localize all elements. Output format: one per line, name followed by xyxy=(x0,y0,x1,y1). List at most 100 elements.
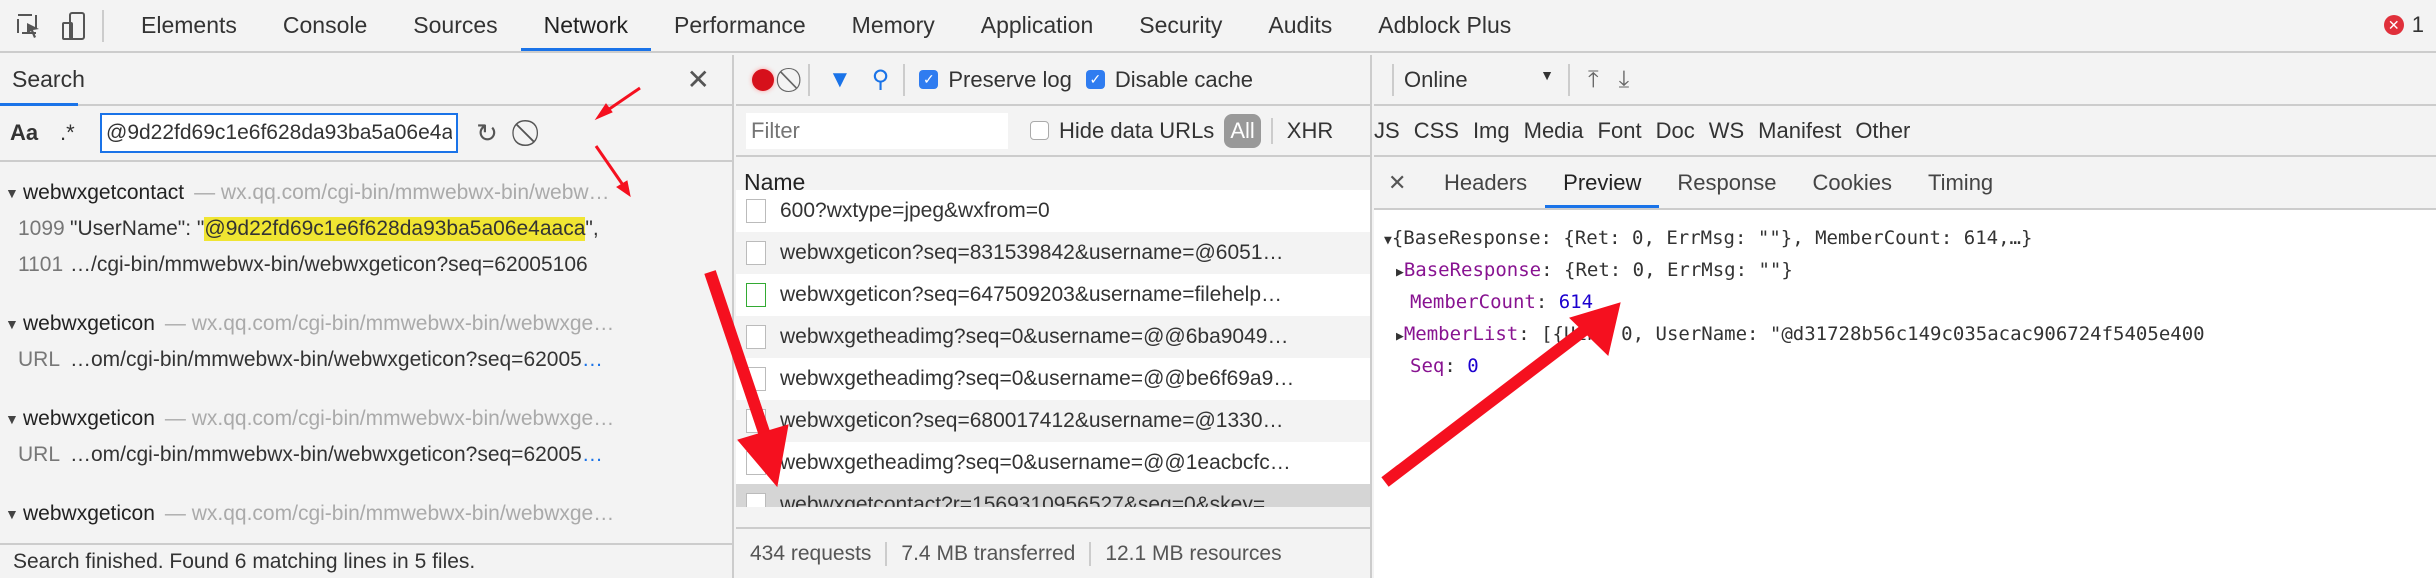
request-list: 600?wxtype=jpeg&wxfrom=0 webwxgeticon?se… xyxy=(736,190,1370,507)
tab-timing[interactable]: Timing xyxy=(1910,157,2011,208)
request-row[interactable]: webwxgeticon?seq=831539842&username=@605… xyxy=(736,232,1370,274)
tab-console[interactable]: Console xyxy=(260,0,390,51)
result-line[interactable]: URL …om/cgi-bin/mmwebwx-bin/webwxgeticon?… xyxy=(0,342,732,378)
triangle-down-icon: ▼ xyxy=(1384,233,1392,248)
divider xyxy=(1270,117,1273,144)
tab-security[interactable]: Security xyxy=(1116,0,1245,51)
type-filter-media[interactable]: Media xyxy=(1524,118,1584,144)
tab-preview[interactable]: Preview xyxy=(1545,157,1660,208)
search-status: Search finished. Found 6 matching lines … xyxy=(0,543,732,578)
result-line[interactable]: 1101 …/cgi-bin/mmwebwx-bin/webwxgeticon?s… xyxy=(0,247,732,283)
inspect-element-icon[interactable] xyxy=(14,11,44,41)
type-filter-ws[interactable]: WS xyxy=(1709,118,1744,144)
divider xyxy=(903,63,906,96)
search-icon[interactable]: ⚲ xyxy=(872,65,890,94)
clear-icon[interactable]: ⃠ xyxy=(516,117,546,149)
device-toolbar-icon[interactable] xyxy=(58,11,88,41)
filter-input[interactable] xyxy=(746,112,1008,149)
triangle-right-icon: ▶ xyxy=(1396,329,1404,344)
result-line[interactable]: 1099 "UserName": " @9d22fd69c1e6f628da93ba… xyxy=(0,211,732,247)
json-node[interactable]: ▶MemberList: [{Uin: 0, UserName: "@d3172… xyxy=(1374,318,2436,350)
type-filter-other[interactable]: Other xyxy=(1855,118,1910,144)
tab-cookies[interactable]: Cookies xyxy=(1794,157,1909,208)
divider xyxy=(1568,63,1570,96)
type-filter-xhr[interactable]: XHR xyxy=(1287,118,1333,144)
import-har-icon[interactable]: ⤒ xyxy=(1588,66,1599,94)
triangle-down-icon[interactable]: ▼ xyxy=(5,506,23,522)
record-button[interactable] xyxy=(752,68,774,91)
image-file-icon xyxy=(746,451,766,475)
request-row[interactable]: webwxgetheadimg?seq=0&username=@@1eacbcf… xyxy=(736,442,1370,484)
close-icon[interactable]: ✕ xyxy=(687,63,710,96)
throttling-select[interactable]: Online ▼ xyxy=(1404,67,1554,93)
search-input[interactable] xyxy=(100,113,458,153)
document-file-icon xyxy=(746,493,766,507)
request-row[interactable]: webwxgeticon?seq=647509203&username=file… xyxy=(736,274,1370,316)
network-panel: ⃠ ▼ ⚲ ✓Preserve log ✓Disable cache Hide … xyxy=(736,55,1372,578)
tab-sources[interactable]: Sources xyxy=(390,0,520,51)
json-root[interactable]: ▼{BaseResponse: {Ret: 0, ErrMsg: ""}, Me… xyxy=(1374,222,2436,254)
tab-performance[interactable]: Performance xyxy=(651,0,829,51)
json-node[interactable]: ▶BaseResponse: {Ret: 0, ErrMsg: ""} xyxy=(1374,254,2436,286)
filter-icon[interactable]: ▼ xyxy=(828,66,852,94)
result-file[interactable]: ▼ webwxgeticon — wx.qq.com/cgi-bin/mmwebwx… xyxy=(0,400,732,437)
type-filter-font[interactable]: Font xyxy=(1598,118,1642,144)
triangle-down-icon[interactable]: ▼ xyxy=(5,316,23,332)
match-case-button[interactable]: Aa xyxy=(10,120,50,146)
network-toolbar-right: Online ▼ ⤒ ⤓ JS CSS Img Media Font Doc WS… xyxy=(1374,55,2436,157)
type-filter-manifest[interactable]: Manifest xyxy=(1758,118,1841,144)
tab-response[interactable]: Response xyxy=(1659,157,1794,208)
tab-network[interactable]: Network xyxy=(520,0,651,51)
tab-audits[interactable]: Audits xyxy=(1245,0,1355,51)
disable-cache-checkbox[interactable]: ✓ xyxy=(1085,70,1105,89)
hide-data-urls-checkbox[interactable] xyxy=(1030,121,1049,140)
filter-row: Hide data URLs All XHR xyxy=(736,106,1370,157)
request-detail-panel: ✕ Headers Preview Response Cookies Timin… xyxy=(1374,157,2436,578)
result-file[interactable]: ▼ webwxgeticon — wx.qq.com/cgi-bin/mmwebwx… xyxy=(0,305,732,342)
image-file-icon xyxy=(746,325,766,349)
json-node: Seq: 0 xyxy=(1410,355,1479,377)
tab-memory[interactable]: Memory xyxy=(829,0,958,51)
triangle-right-icon: ▶ xyxy=(1396,265,1404,280)
result-file[interactable]: ▼ webwxgeticon — wx.qq.com/cgi-bin/mmwebwx… xyxy=(0,495,732,532)
request-row[interactable]: 600?wxtype=jpeg&wxfrom=0 xyxy=(736,190,1370,232)
type-filter-css[interactable]: CSS xyxy=(1414,118,1459,144)
devtools-tabbar: Elements Console Sources Network Perform… xyxy=(0,0,2436,53)
type-filter-all[interactable]: All xyxy=(1224,113,1261,148)
tab-application[interactable]: Application xyxy=(958,0,1117,51)
tab-headers[interactable]: Headers xyxy=(1426,157,1545,208)
type-filter-doc[interactable]: Doc xyxy=(1656,118,1695,144)
divider xyxy=(808,63,810,96)
close-icon[interactable]: ✕ xyxy=(1388,170,1426,196)
type-filter-img[interactable]: Img xyxy=(1473,118,1510,144)
error-counter[interactable]: ✕ 1 xyxy=(2383,12,2424,38)
json-node: MemberCount: 614 xyxy=(1410,291,1594,313)
type-filter-js[interactable]: JS xyxy=(1374,118,1400,144)
search-panel: Search ✕ Aa .* ↻ ⃠ ▼webwxgetcontact— wx.… xyxy=(0,55,734,578)
preserve-log-checkbox[interactable]: ✓ xyxy=(919,70,939,89)
refresh-icon[interactable]: ↻ xyxy=(472,118,502,149)
request-row[interactable]: webwxgeticon?seq=680017412&username=@133… xyxy=(736,400,1370,442)
network-status-bar: 434 requests 7.4 MB transferred 12.1 MB … xyxy=(736,527,1370,578)
request-row[interactable]: webwxgetheadimg?seq=0&username=@@be6f69a… xyxy=(736,358,1370,400)
image-file-icon xyxy=(746,409,766,433)
result-file[interactable]: ▼ webwxgetcontact — wx.qq.com/cgi-bin/mmwe… xyxy=(0,174,732,211)
export-har-icon[interactable]: ⤓ xyxy=(1619,66,1630,94)
search-toolbar: Aa .* ↻ ⃠ xyxy=(0,106,732,162)
search-results: ▼ webwxgetcontact — wx.qq.com/cgi-bin/mmwe… xyxy=(0,162,732,532)
divider xyxy=(102,9,104,42)
tab-elements[interactable]: Elements xyxy=(118,0,260,51)
triangle-down-icon[interactable]: ▼ xyxy=(5,185,23,201)
request-row-selected[interactable]: webwxgetcontact?r=1569310956527&seq=0&sk… xyxy=(736,484,1370,507)
result-line[interactable]: URL …om/cgi-bin/mmwebwx-bin/webwxgeticon?… xyxy=(0,437,732,473)
search-tab[interactable]: Search xyxy=(12,66,85,93)
tab-adblock-plus[interactable]: Adblock Plus xyxy=(1355,0,1534,51)
image-file-icon xyxy=(746,241,766,265)
request-row[interactable]: webwxgetheadimg?seq=0&username=@@6ba9049… xyxy=(736,316,1370,358)
json-preview: ▼{BaseResponse: {Ret: 0, ErrMsg: ""}, Me… xyxy=(1374,210,2436,382)
triangle-down-icon[interactable]: ▼ xyxy=(5,411,23,427)
regex-button[interactable]: .* xyxy=(60,120,92,146)
detail-tabs: ✕ Headers Preview Response Cookies Timin… xyxy=(1374,157,2436,210)
dropdown-arrow-icon: ▼ xyxy=(1540,66,1554,83)
image-file-icon xyxy=(746,199,766,223)
